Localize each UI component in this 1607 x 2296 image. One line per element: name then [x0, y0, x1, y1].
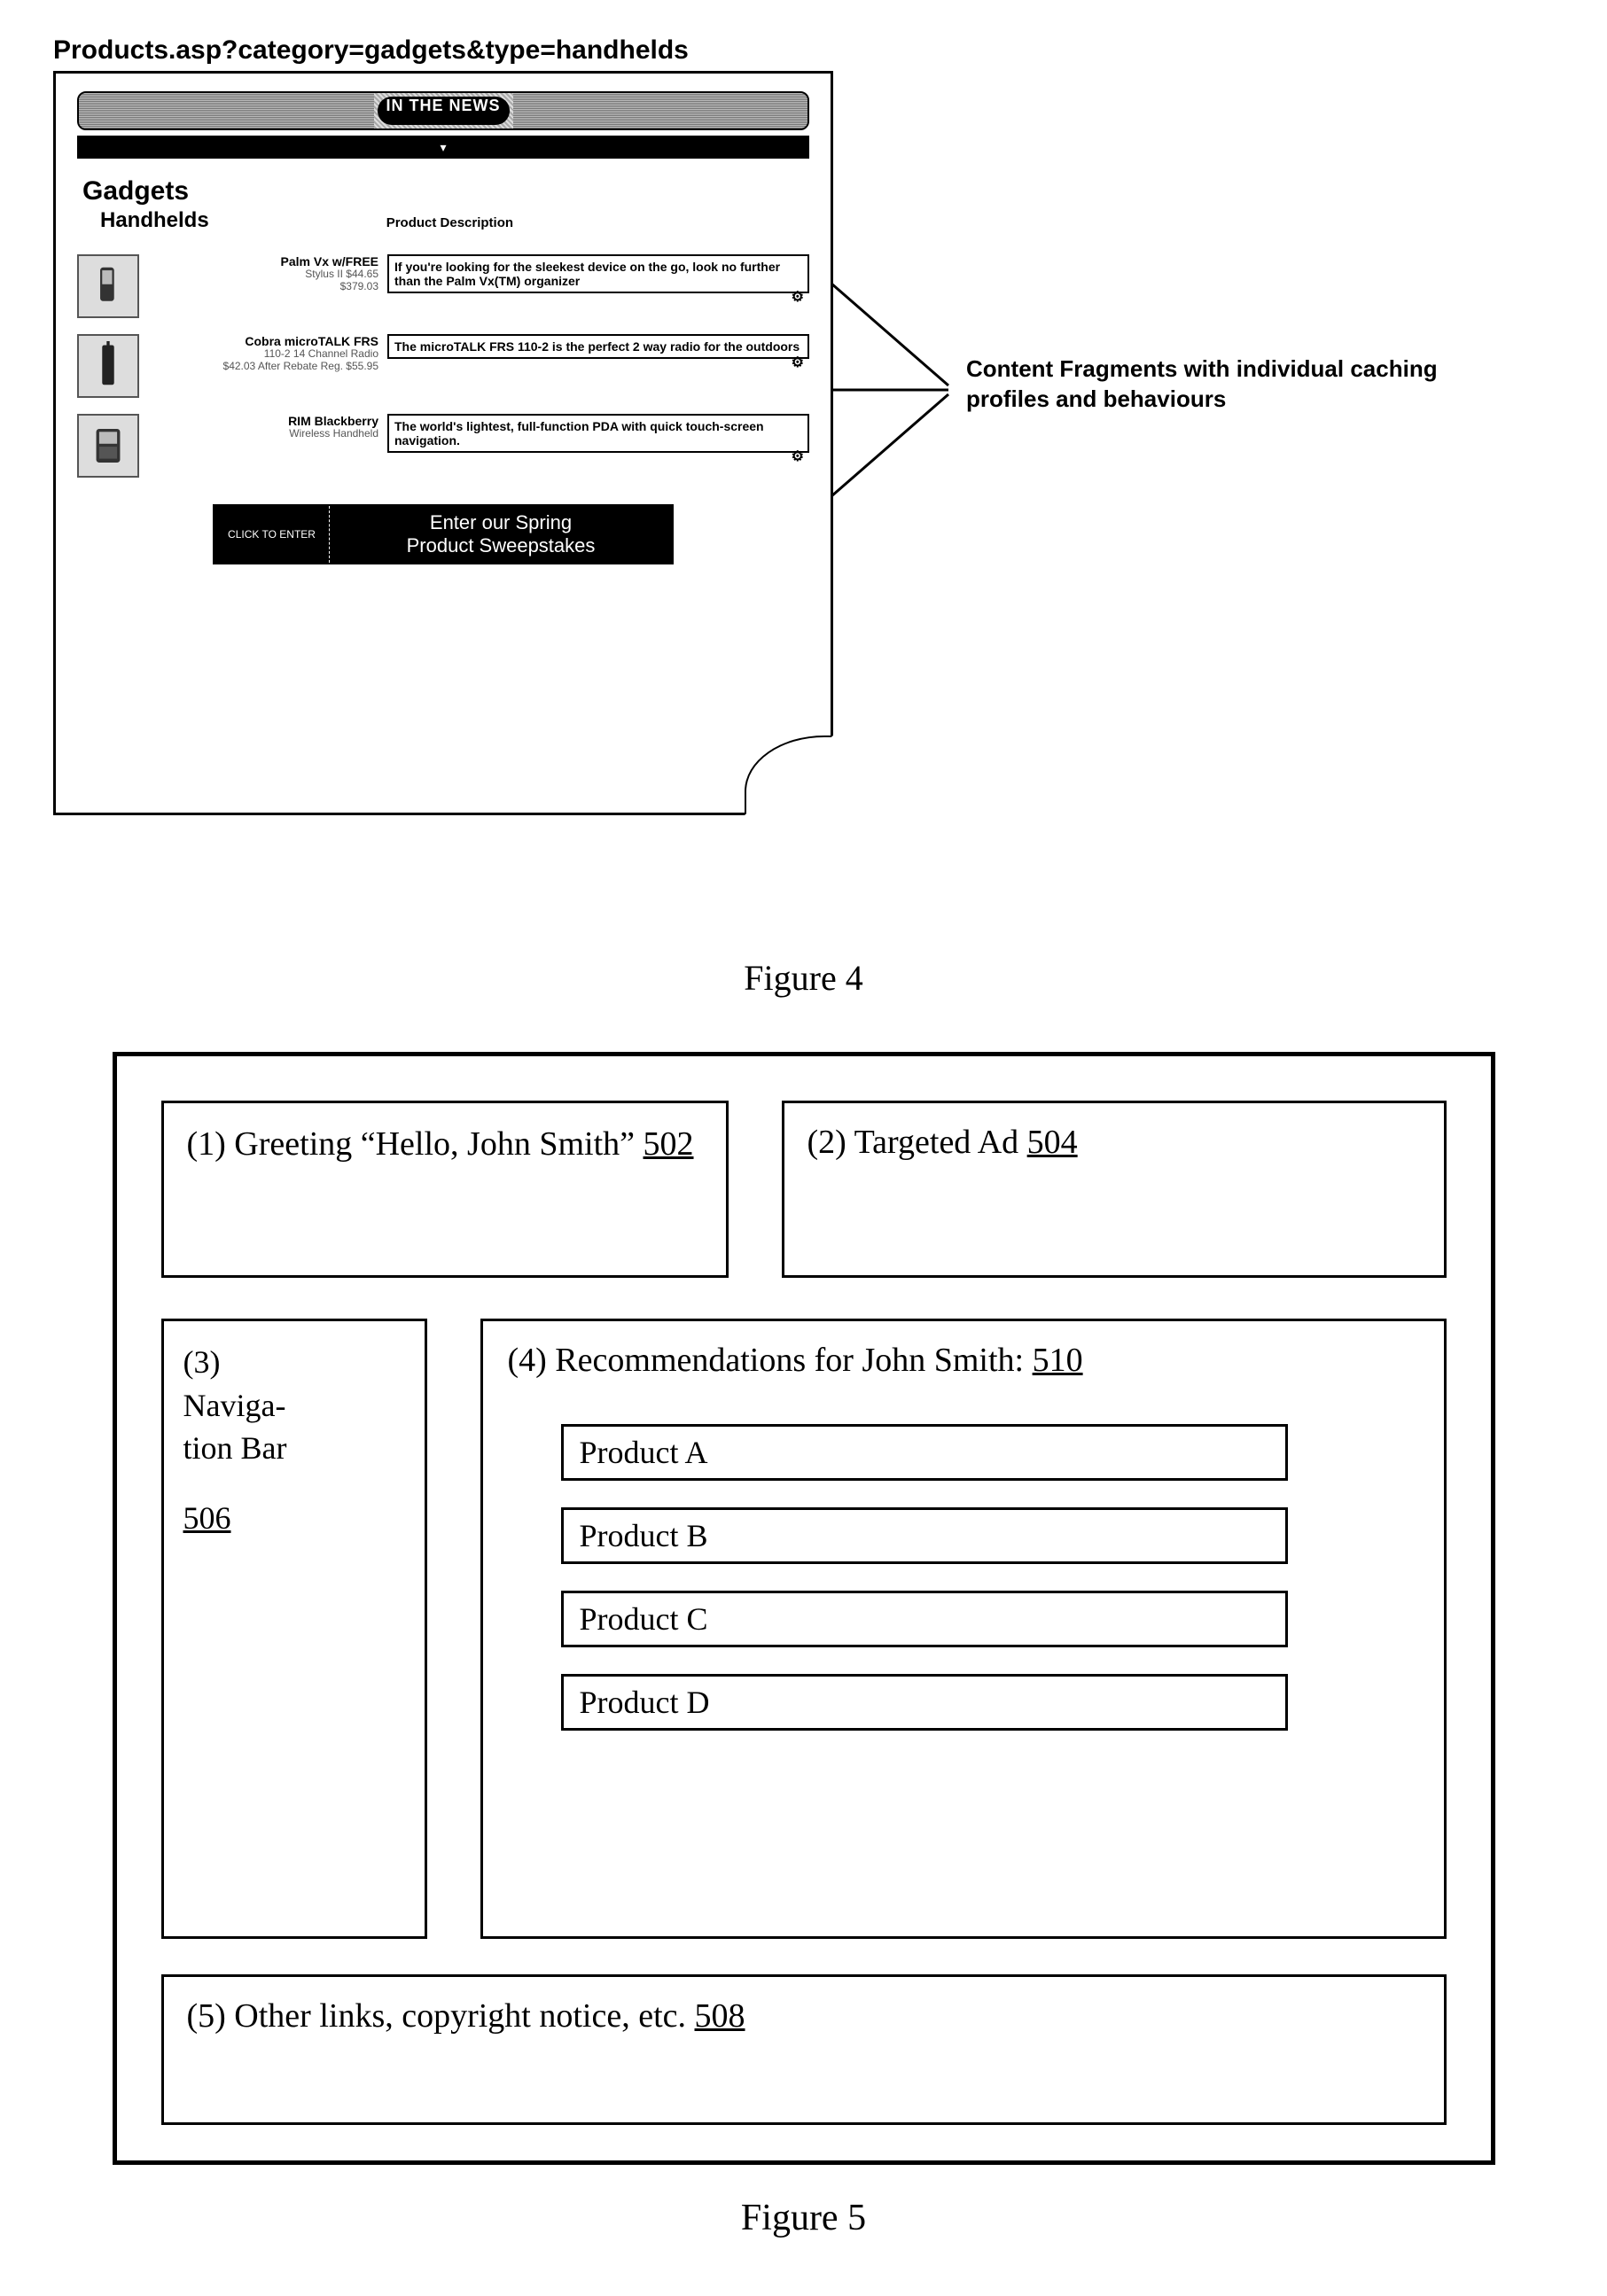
product-label: Cobra microTALK FRS110-2 14 Channel Radi…	[148, 334, 378, 373]
figure-5-caption: Figure 5	[35, 2197, 1572, 2239]
url-bar-text: Products.asp?category=gadgets&type=handh…	[53, 35, 1542, 66]
figure-4: Products.asp?category=gadgets&type=handh…	[35, 35, 1542, 922]
figure-4-caption: Figure 4	[35, 957, 1572, 999]
page-curl-icon	[745, 735, 833, 815]
nav-stripe: ▾	[77, 136, 809, 159]
product-thumbnail[interactable]	[77, 334, 139, 398]
product-thumbnail[interactable]	[77, 414, 139, 478]
product-description-fragment: The world's lightest, full-function PDA …	[387, 414, 809, 453]
navigation-bar-box: (3) Naviga- tion Bar 506	[161, 1319, 427, 1939]
recommendation-item[interactable]: Product A	[561, 1424, 1288, 1481]
ad-ref: 504	[1027, 1124, 1078, 1161]
gear-icon[interactable]: ⚙	[792, 288, 804, 306]
greeting-ref: 502	[644, 1125, 694, 1163]
product-label: Palm Vx w/FREEStylus II $44.65$379.03	[148, 254, 378, 293]
nav-ref: 506	[183, 1497, 405, 1540]
browser-window: IN THE NEWS ▾ Gadgets Handhelds Product …	[53, 71, 833, 815]
product-description-fragment: The microTALK FRS 110-2 is the perfect 2…	[387, 334, 809, 359]
reco-ref: 510	[1033, 1342, 1083, 1379]
product-row: Cobra microTALK FRS110-2 14 Channel Radi…	[77, 334, 809, 398]
banner-click-pill[interactable]: CLICK TO ENTER	[215, 506, 330, 563]
nav-segment-left[interactable]	[79, 93, 374, 128]
targeted-ad-box: (2) Targeted Ad 504	[782, 1101, 1447, 1278]
nav-bar[interactable]: IN THE NEWS	[77, 91, 809, 130]
greeting-box: (1) Greeting “Hello, John Smith” 502	[161, 1101, 729, 1278]
sweepstakes-banner[interactable]: CLICK TO ENTER Enter our Spring Product …	[213, 504, 674, 564]
subcategory-heading: Handhelds	[100, 208, 209, 233]
product-description-fragment: If you're looking for the sleekest devic…	[387, 254, 809, 293]
nav-segment-right[interactable]	[513, 93, 808, 128]
product-description-header: Product Description	[386, 215, 513, 230]
nav-center-pill[interactable]: IN THE NEWS	[378, 97, 510, 125]
product-label: RIM BlackberryWireless Handheld	[148, 414, 378, 440]
product-row: Palm Vx w/FREEStylus II $44.65$379.03If …	[77, 254, 809, 318]
category-heading: Gadgets	[82, 176, 809, 206]
figure-5-frame: (1) Greeting “Hello, John Smith” 502 (2)…	[113, 1052, 1495, 2165]
callout-label: Content Fragments with individual cachin…	[966, 354, 1516, 415]
recommendation-item[interactable]: Product D	[561, 1674, 1288, 1731]
gear-icon[interactable]: ⚙	[792, 354, 804, 371]
banner-text: Enter our Spring Product Sweepstakes	[330, 511, 672, 557]
product-row: RIM BlackberryWireless Handheld The world…	[77, 414, 809, 478]
recommendation-item[interactable]: Product B	[561, 1507, 1288, 1564]
recommendation-item[interactable]: Product C	[561, 1591, 1288, 1647]
footer-ref: 508	[695, 1997, 745, 2035]
footer-box: (5) Other links, copyright notice, etc. …	[161, 1974, 1447, 2125]
recommendations-box: (4) Recommendations for John Smith: 510 …	[480, 1319, 1447, 1939]
gear-icon[interactable]: ⚙	[792, 448, 804, 465]
product-thumbnail[interactable]	[77, 254, 139, 318]
